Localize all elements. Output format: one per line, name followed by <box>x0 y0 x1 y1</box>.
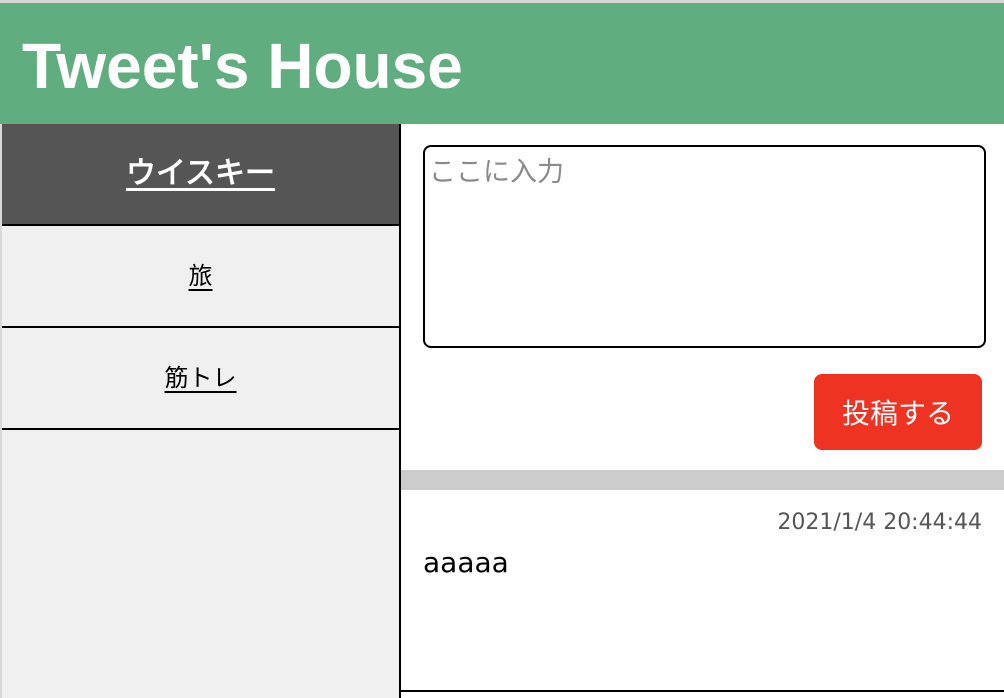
divider <box>401 470 1004 490</box>
sidebar-item-whisky[interactable]: ウイスキー <box>2 124 399 226</box>
main-content: 投稿する 2021/1/4 20:44:44 aaaaa <box>401 124 1004 698</box>
sidebar: ウイスキー 旅 筋トレ <box>0 124 401 698</box>
app-window: Tweet's House ウイスキー 旅 筋トレ 投稿する 2021/1/4 … <box>0 0 1004 698</box>
post-button[interactable]: 投稿する <box>814 374 982 450</box>
tweet-timestamp: 2021/1/4 20:44:44 <box>777 510 982 535</box>
sidebar-item-workout[interactable]: 筋トレ <box>2 328 399 430</box>
tweet-text: aaaaa <box>423 546 509 579</box>
post-input[interactable] <box>423 145 986 348</box>
sidebar-item-travel[interactable]: 旅 <box>2 226 399 328</box>
page-title: Tweet's House <box>22 30 463 102</box>
tweet-card: 2021/1/4 20:44:44 aaaaa <box>401 490 1004 692</box>
header: Tweet's House <box>0 0 1004 124</box>
